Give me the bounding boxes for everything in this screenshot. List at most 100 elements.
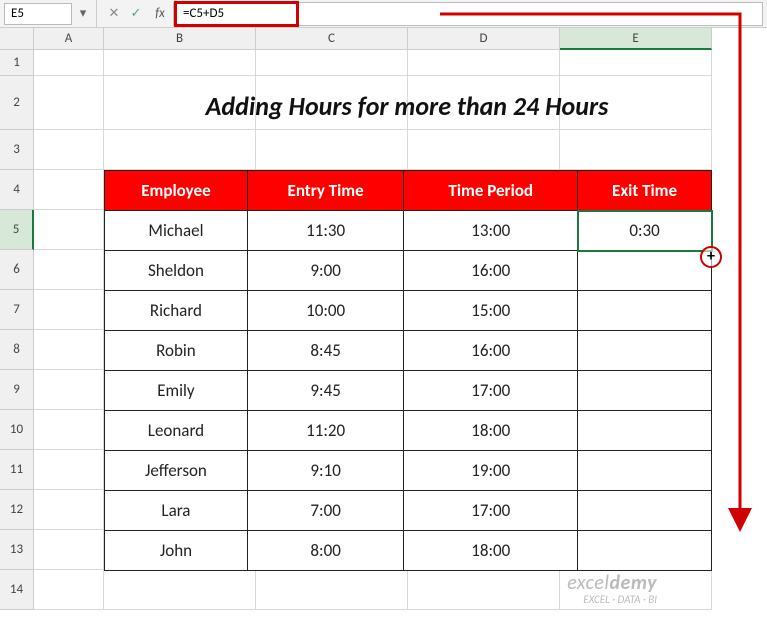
- row-header-12[interactable]: 12: [0, 490, 34, 530]
- col-header-A[interactable]: A: [34, 28, 104, 50]
- cell-period[interactable]: 13:00: [404, 211, 578, 251]
- cell-entry[interactable]: 11:30: [247, 211, 404, 251]
- cell-entry[interactable]: 9:00: [247, 251, 404, 291]
- cell[interactable]: [34, 50, 104, 76]
- cell-period[interactable]: 16:00: [404, 251, 578, 291]
- cell-period[interactable]: 18:00: [404, 411, 578, 451]
- cell[interactable]: [104, 130, 256, 170]
- cell-exit[interactable]: [578, 451, 712, 491]
- cell[interactable]: [104, 50, 256, 76]
- cell-employee[interactable]: Sheldon: [105, 251, 248, 291]
- cell-entry[interactable]: 7:00: [247, 491, 404, 531]
- cell[interactable]: [408, 50, 560, 76]
- cell-employee[interactable]: Michael: [105, 211, 248, 251]
- cell[interactable]: [34, 76, 104, 130]
- cell[interactable]: [104, 570, 256, 610]
- formula-input[interactable]: =C5+D5: [173, 2, 763, 26]
- cell[interactable]: [34, 250, 104, 290]
- cell-employee[interactable]: Lara: [105, 491, 248, 531]
- cell-employee[interactable]: Emily: [105, 371, 248, 411]
- col-header-B[interactable]: B: [104, 28, 256, 50]
- row-header-11[interactable]: 11: [0, 450, 34, 490]
- cell[interactable]: [256, 130, 408, 170]
- cell-period[interactable]: 19:00: [404, 451, 578, 491]
- cell[interactable]: [560, 50, 712, 76]
- cell-entry[interactable]: 11:20: [247, 411, 404, 451]
- cell[interactable]: [34, 170, 104, 210]
- row-header-9[interactable]: 9: [0, 370, 34, 410]
- cell-employee[interactable]: John: [105, 531, 248, 571]
- cell-period[interactable]: 15:00: [404, 291, 578, 331]
- cell-period[interactable]: 16:00: [404, 331, 578, 371]
- cell-entry[interactable]: 8:45: [247, 331, 404, 371]
- cell-employee[interactable]: Richard: [105, 291, 248, 331]
- data-table: Employee Entry Time Time Period Exit Tim…: [104, 170, 712, 571]
- cancel-icon[interactable]: ✕: [103, 6, 125, 21]
- cell-exit[interactable]: [578, 331, 712, 371]
- cell-exit-selected[interactable]: 0:30: [578, 211, 712, 251]
- fx-icon[interactable]: fx: [147, 6, 173, 21]
- formula-bar: E5 ▾ ✕ ✓ fx =C5+D5: [0, 0, 767, 28]
- cell-employee[interactable]: Leonard: [105, 411, 248, 451]
- row-header-10[interactable]: 10: [0, 410, 34, 450]
- cell-exit[interactable]: [578, 371, 712, 411]
- cell[interactable]: [256, 50, 408, 76]
- row-header-1[interactable]: 1: [0, 50, 34, 76]
- row-header-6[interactable]: 6: [0, 250, 34, 290]
- table-row: Michael 11:30 13:00 0:30: [105, 211, 712, 251]
- cell[interactable]: [408, 570, 560, 610]
- row-header-2[interactable]: 2: [0, 76, 34, 130]
- cell-period[interactable]: 17:00: [404, 371, 578, 411]
- cell[interactable]: [34, 370, 104, 410]
- name-box[interactable]: E5: [4, 3, 72, 25]
- plus-cursor-icon: +: [707, 249, 715, 265]
- row-header-14[interactable]: 14: [0, 570, 34, 610]
- row-header-3[interactable]: 3: [0, 130, 34, 170]
- cell[interactable]: [34, 450, 104, 490]
- col-employee[interactable]: Employee: [105, 171, 248, 211]
- cell-exit[interactable]: [578, 291, 712, 331]
- name-box-dropdown-icon[interactable]: ▾: [76, 6, 90, 21]
- cell-employee[interactable]: Jefferson: [105, 451, 248, 491]
- cell[interactable]: [34, 210, 104, 250]
- watermark-brand-left: excel: [567, 571, 609, 595]
- select-all-corner[interactable]: [0, 28, 34, 50]
- enter-check-icon[interactable]: ✓: [125, 6, 147, 21]
- formula-text: =C5+D5: [174, 1, 299, 27]
- row-header-4[interactable]: 4: [0, 170, 34, 210]
- cell[interactable]: [34, 530, 104, 570]
- cell[interactable]: [34, 490, 104, 530]
- cell[interactable]: [34, 570, 104, 610]
- table-row: Sheldon 9:00 16:00: [105, 251, 712, 291]
- col-header-C[interactable]: C: [256, 28, 408, 50]
- cell-entry[interactable]: 9:45: [247, 371, 404, 411]
- col-entry-time[interactable]: Entry Time: [247, 171, 404, 211]
- cell-entry[interactable]: 8:00: [247, 531, 404, 571]
- cell-exit[interactable]: [578, 411, 712, 451]
- cell[interactable]: [34, 130, 104, 170]
- row-header-13[interactable]: 13: [0, 530, 34, 570]
- cell[interactable]: [408, 130, 560, 170]
- col-time-period[interactable]: Time Period: [404, 171, 578, 211]
- cell[interactable]: [34, 330, 104, 370]
- cell-exit[interactable]: [578, 251, 712, 291]
- fill-handle-cursor-icon[interactable]: +: [700, 246, 722, 268]
- cell-period[interactable]: 17:00: [404, 491, 578, 531]
- row-header-7[interactable]: 7: [0, 290, 34, 330]
- cell[interactable]: [34, 290, 104, 330]
- row-header-5[interactable]: 5: [0, 210, 34, 250]
- cell[interactable]: [34, 410, 104, 450]
- row-header-8[interactable]: 8: [0, 330, 34, 370]
- cell-exit[interactable]: [578, 491, 712, 531]
- cell-entry[interactable]: 10:00: [247, 291, 404, 331]
- cell-entry[interactable]: 9:10: [247, 451, 404, 491]
- col-exit-time[interactable]: Exit Time: [578, 171, 712, 211]
- cell-exit[interactable]: [578, 531, 712, 571]
- table-row: Richard 10:00 15:00: [105, 291, 712, 331]
- cell-employee[interactable]: Robin: [105, 331, 248, 371]
- col-header-D[interactable]: D: [408, 28, 560, 50]
- col-header-E[interactable]: E: [560, 28, 712, 50]
- cell-period[interactable]: 18:00: [404, 531, 578, 571]
- cell[interactable]: [560, 130, 712, 170]
- cell[interactable]: [256, 570, 408, 610]
